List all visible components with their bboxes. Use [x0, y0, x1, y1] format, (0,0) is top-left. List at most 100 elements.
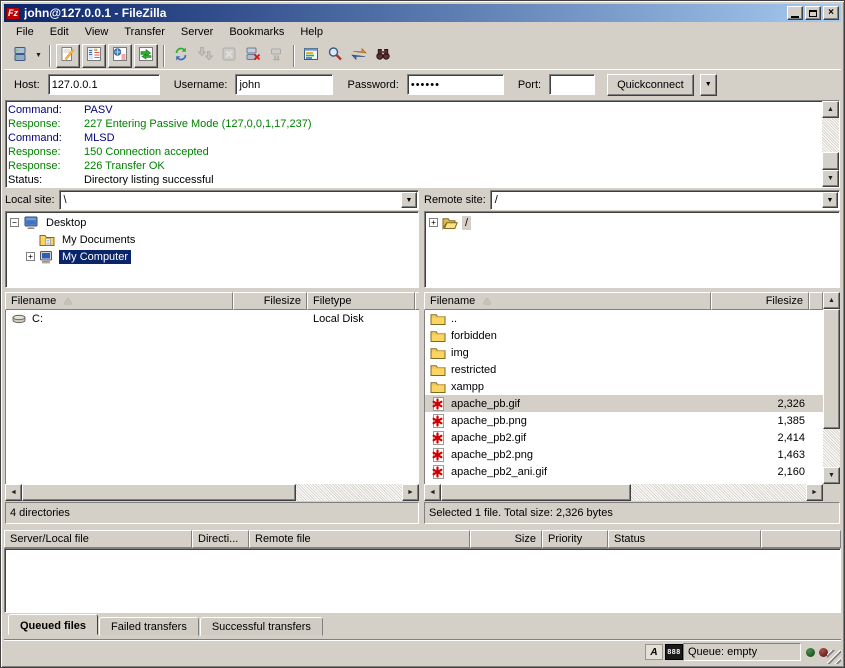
column-header-filler	[809, 292, 823, 310]
toolbar-toggle-message-log[interactable]	[56, 44, 80, 68]
menu-help[interactable]: Help	[292, 23, 331, 41]
toolbar-process-queue[interactable]	[193, 44, 217, 68]
scroll-down-button[interactable]: ▼	[823, 467, 840, 484]
message-log: Command:PASVResponse:227 Entering Passiv…	[5, 100, 840, 188]
filename-text: C:	[32, 313, 43, 325]
maximize-button[interactable]	[805, 6, 821, 20]
expand-icon[interactable]: +	[26, 252, 35, 261]
menu-edit[interactable]: Edit	[42, 23, 77, 41]
message-log-scrollbar[interactable]: ▲ ▼	[822, 101, 839, 187]
remote-site-dropdown[interactable]: ▼	[822, 192, 838, 208]
menu-transfer[interactable]: Transfer	[116, 23, 173, 41]
queue-column-server-local-file[interactable]: Server/Local file	[4, 530, 192, 548]
local-hscrollbar[interactable]: ◄ ►	[5, 484, 419, 501]
tree-item-my-computer[interactable]: +My Computer	[8, 248, 418, 265]
file-row--[interactable]: ..	[425, 310, 823, 327]
toolbar-synchronized-browsing[interactable]	[347, 44, 371, 68]
directory-comparison-icon	[327, 46, 343, 65]
toolbar-cancel-operation[interactable]	[217, 44, 241, 68]
column-header-filetype[interactable]: Filetype	[307, 292, 415, 310]
minimize-button[interactable]	[787, 6, 803, 20]
toolbar-disconnect[interactable]	[241, 44, 265, 68]
filename-text: apache_pb.gif	[451, 398, 520, 410]
toolbar-toggle-transfer-queue[interactable]	[134, 44, 158, 68]
scroll-thumb[interactable]	[441, 484, 631, 501]
file-row-apache-pb-gif[interactable]: apache_pb.gif2,326	[425, 395, 823, 412]
host-input[interactable]	[48, 74, 160, 95]
remote-vscrollbar[interactable]: ▲ ▼	[823, 292, 840, 484]
tree-item--[interactable]: +/	[427, 214, 839, 231]
remote-hscrollbar[interactable]: ◄ ►	[424, 484, 823, 501]
tab-successful-transfers[interactable]: Successful transfers	[200, 617, 323, 636]
column-header-filename[interactable]: Filename	[5, 292, 233, 310]
tab-queued-files[interactable]: Queued files	[8, 614, 98, 635]
scroll-right-button[interactable]: ►	[806, 484, 823, 501]
toggle-transfer-queue-icon	[138, 46, 154, 65]
quickconnect-button[interactable]: Quickconnect	[607, 74, 694, 96]
remote-site-combo[interactable]: / ▼	[490, 190, 840, 210]
queue-column-remote-file[interactable]: Remote file	[249, 530, 470, 548]
toolbar-find-files[interactable]	[371, 44, 395, 68]
menu-view[interactable]: View	[77, 23, 117, 41]
close-button[interactable]: ×	[823, 6, 839, 20]
local-site-combo[interactable]: \ ▼	[59, 190, 419, 210]
toolbar-toggle-local-tree[interactable]	[82, 44, 106, 68]
menu-file[interactable]: File	[8, 23, 42, 41]
column-header-filesize[interactable]: Filesize	[711, 292, 809, 310]
file-row-apache-pb2-ani-gif[interactable]: apache_pb2_ani.gif2,160	[425, 463, 823, 480]
toolbar-directory-comparison[interactable]	[323, 44, 347, 68]
resize-grip[interactable]	[827, 650, 841, 664]
tree-item-desktop[interactable]: −Desktop	[8, 214, 418, 231]
column-header-filesize[interactable]: Filesize	[233, 292, 307, 310]
menu-bookmarks[interactable]: Bookmarks	[221, 23, 292, 41]
toolbar-site-manager[interactable]	[8, 44, 32, 68]
file-row-c-[interactable]: C:Local Disk	[6, 310, 419, 327]
scroll-up-button[interactable]: ▲	[823, 292, 840, 309]
username-input[interactable]	[235, 74, 333, 95]
scroll-up-button[interactable]: ▲	[822, 101, 839, 118]
file-row-apache-pb-png[interactable]: apache_pb.png1,385	[425, 412, 823, 429]
column-header-filename[interactable]: Filename	[424, 292, 711, 310]
remote-pane: Remote site: / ▼ +/ FilenameFilesize ..f…	[424, 190, 840, 524]
title-bar[interactable]: Fz john@127.0.0.1 - FileZilla ×	[4, 4, 841, 22]
scroll-left-button[interactable]: ◄	[5, 484, 22, 501]
file-row-apache-pb2-gif[interactable]: apache_pb2.gif2,414	[425, 429, 823, 446]
queue-column-size[interactable]: Size	[470, 530, 542, 548]
tree-item-my-documents[interactable]: My Documents	[8, 231, 418, 248]
toolbar-separator	[293, 45, 295, 67]
queue-column-status[interactable]: Status	[608, 530, 761, 548]
queue-column-directi-[interactable]: Directi...	[192, 530, 249, 548]
collapse-icon[interactable]: −	[10, 218, 19, 227]
toolbar-reconnect[interactable]	[265, 44, 289, 68]
local-site-dropdown[interactable]: ▼	[401, 192, 417, 208]
toolbar: ▼	[4, 42, 841, 69]
file-row-forbidden[interactable]: forbidden	[425, 327, 823, 344]
scroll-thumb[interactable]	[22, 484, 296, 501]
transfer-type-indicator-icon[interactable]: A	[645, 644, 663, 660]
filezilla-app-icon[interactable]: Fz	[6, 7, 20, 20]
toolbar-toggle-remote-tree[interactable]	[108, 44, 132, 68]
scroll-right-button[interactable]: ►	[402, 484, 419, 501]
toolbar-refresh[interactable]	[169, 44, 193, 68]
menu-server[interactable]: Server	[173, 23, 221, 41]
scroll-thumb[interactable]	[822, 152, 839, 170]
scroll-down-button[interactable]: ▼	[822, 170, 839, 187]
tree-item-label: /	[462, 216, 471, 230]
file-row-xampp[interactable]: xampp	[425, 378, 823, 395]
scroll-left-button[interactable]: ◄	[424, 484, 441, 501]
queue-column-priority[interactable]: Priority	[542, 530, 608, 548]
password-input[interactable]	[407, 74, 504, 95]
remote-file-list: ..forbiddenimgrestrictedxamppapache_pb.g…	[424, 310, 823, 484]
speed-limit-indicator-icon[interactable]: 888	[665, 644, 683, 660]
file-row-img[interactable]: img	[425, 344, 823, 361]
toolbar-site-manager-dropdown[interactable]: ▼	[32, 44, 45, 68]
quickconnect-dropdown-button[interactable]: ▼	[700, 74, 717, 96]
scroll-thumb[interactable]	[823, 309, 840, 429]
toolbar-directory-filters[interactable]	[299, 44, 323, 68]
file-row-apache-pb2-png[interactable]: apache_pb2.png1,463	[425, 446, 823, 463]
file-row-restricted[interactable]: restricted	[425, 361, 823, 378]
expand-icon[interactable]: +	[429, 218, 438, 227]
port-input[interactable]	[549, 74, 595, 95]
folder-icon	[430, 362, 447, 378]
tab-failed-transfers[interactable]: Failed transfers	[99, 617, 199, 636]
